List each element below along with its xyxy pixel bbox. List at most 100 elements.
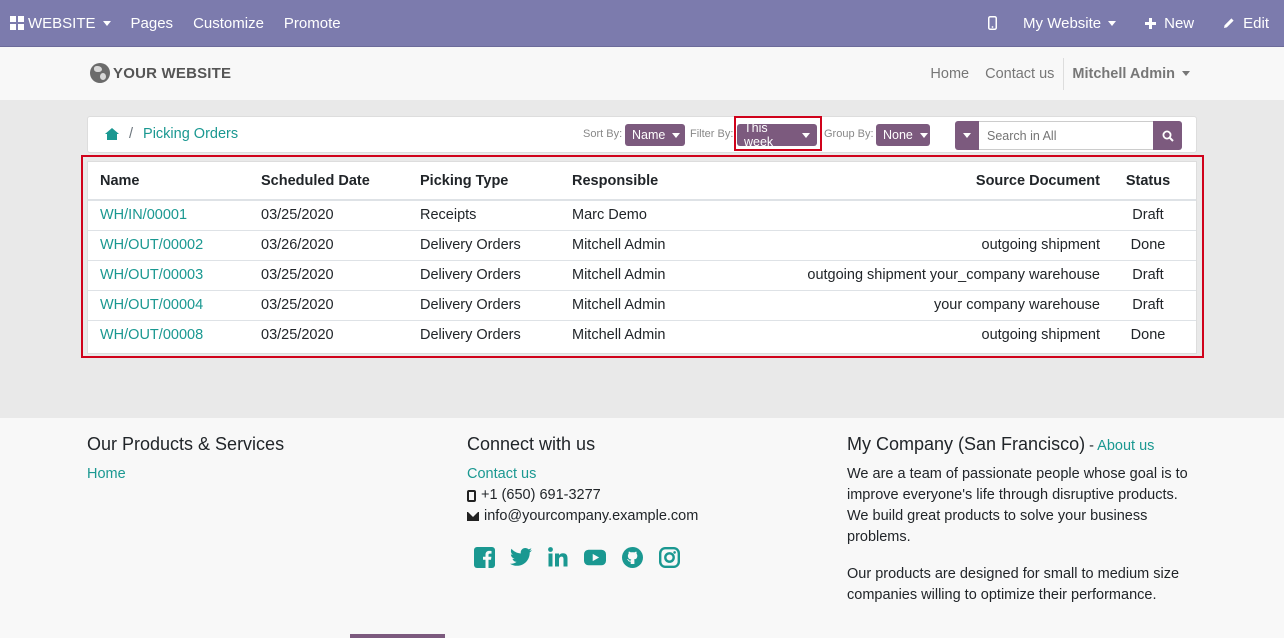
row-status: Done: [1100, 229, 1196, 260]
search-button[interactable]: [1153, 121, 1182, 150]
search-bar: [955, 121, 1182, 150]
mobile-preview-button[interactable]: [988, 0, 998, 46]
picking-orders-table-container: Name Scheduled Date Picking Type Respons…: [87, 161, 1197, 354]
row-responsible: Mitchell Admin: [572, 319, 772, 350]
customize-menu[interactable]: Customize: [193, 0, 264, 46]
row-name-link[interactable]: WH/IN/00001: [88, 200, 261, 230]
table-row[interactable]: WH/IN/00001 03/25/2020 Receipts Marc Dem…: [88, 200, 1196, 230]
row-responsible: Mitchell Admin: [572, 229, 772, 260]
row-status: Draft: [1100, 289, 1196, 320]
search-filter-toggle[interactable]: [955, 121, 979, 150]
promote-menu[interactable]: Promote: [284, 0, 341, 46]
col-header-picking-type[interactable]: Picking Type: [420, 162, 572, 201]
chevron-down-icon: [1182, 71, 1190, 77]
sort-by-label: Sort By:: [583, 128, 623, 140]
instagram-icon[interactable]: [658, 546, 680, 568]
col-header-name[interactable]: Name: [88, 162, 261, 201]
twitter-icon[interactable]: [510, 546, 532, 568]
site-logo[interactable]: YOUR WEBSITE: [90, 63, 231, 83]
youtube-icon[interactable]: [584, 546, 606, 568]
table-row[interactable]: WH/OUT/00003 03/25/2020 Delivery Orders …: [88, 259, 1196, 290]
search-input[interactable]: [979, 121, 1153, 150]
row-responsible: Marc Demo: [572, 207, 647, 224]
col-header-status[interactable]: Status: [1100, 162, 1196, 201]
website-header: YOUR WEBSITE Home Contact us Mitchell Ad…: [0, 46, 1284, 100]
website-menu[interactable]: WEBSITE: [10, 0, 111, 46]
control-panel: / Picking Orders Sort By: Name Filter By…: [87, 116, 1197, 153]
github-icon[interactable]: [621, 546, 643, 568]
table-header-row: Name Scheduled Date Picking Type Respons…: [88, 162, 1196, 201]
row-source-document: outgoing shipment your_company warehouse: [772, 259, 1100, 290]
admin-topbar: WEBSITE Pages Customize Promote My Websi…: [0, 0, 1284, 46]
footer-about-link[interactable]: About us: [1097, 438, 1154, 454]
picking-orders-table: Name Scheduled Date Picking Type Respons…: [88, 162, 1196, 350]
row-scheduled-date: 03/26/2020: [261, 229, 420, 260]
chevron-down-icon: [963, 133, 971, 138]
row-status: Draft: [1100, 259, 1196, 290]
group-by-dropdown[interactable]: None: [876, 124, 930, 146]
chevron-down-icon: [1108, 20, 1117, 26]
globe-icon: [90, 63, 110, 83]
apps-grid-icon: [10, 16, 24, 30]
footer-connect-title: Connect with us: [467, 434, 596, 454]
linkedin-icon[interactable]: [547, 546, 569, 568]
row-picking-type: Delivery Orders: [420, 259, 572, 290]
plus-icon: [1145, 17, 1157, 29]
footer-products-column: Our Products & Services Home: [87, 434, 284, 485]
row-name-link[interactable]: WH/OUT/00003: [88, 259, 261, 290]
site-footer: Our Products & Services Home Connect wit…: [0, 418, 1284, 638]
social-links: [473, 546, 698, 568]
home-icon[interactable]: [105, 128, 119, 140]
nav-contact-us[interactable]: Contact us: [985, 66, 1054, 82]
nav-divider: [1063, 57, 1065, 90]
row-responsible: Mitchell Admin: [572, 259, 772, 290]
footer-phone-text: +1 (650) 691-3277: [481, 487, 601, 503]
row-source-document: [772, 200, 1100, 230]
header-nav: Home Contact us Mitchell Admin: [914, 47, 1190, 100]
row-picking-type: Delivery Orders: [420, 319, 572, 350]
row-picking-type: Delivery Orders: [420, 229, 572, 260]
row-source-document: outgoing shipment: [772, 229, 1100, 260]
user-menu[interactable]: Mitchell Admin: [1072, 66, 1190, 82]
sort-by-dropdown[interactable]: Name: [625, 124, 685, 146]
pencil-icon: [1224, 18, 1234, 28]
footer-phone: +1 (650) 691-3277: [467, 485, 698, 506]
table-row[interactable]: WH/OUT/00008 03/25/2020 Delivery Orders …: [88, 319, 1196, 350]
row-picking-type: Delivery Orders: [420, 289, 572, 320]
row-scheduled-date: 03/25/2020: [261, 207, 334, 224]
edit-button[interactable]: Edit: [1223, 0, 1269, 46]
chevron-down-icon: [102, 20, 111, 26]
col-header-source-document[interactable]: Source Document: [772, 162, 1100, 201]
footer-email-text[interactable]: info@yourcompany.example.com: [484, 506, 698, 527]
group-by-value: None: [883, 128, 913, 142]
row-status: Done: [1100, 319, 1196, 350]
edit-label: Edit: [1243, 14, 1269, 32]
chevron-down-icon: [672, 132, 681, 138]
row-picking-type: Receipts: [420, 207, 477, 224]
my-website-menu[interactable]: My Website: [1023, 0, 1117, 46]
mobile-icon: [988, 16, 998, 30]
col-header-responsible[interactable]: Responsible: [572, 162, 772, 201]
nav-home[interactable]: Home: [930, 66, 969, 82]
sort-by-value: Name: [632, 128, 666, 142]
site-logo-text: YOUR WEBSITE: [113, 64, 232, 82]
search-icon: [1162, 130, 1174, 142]
row-source-document: outgoing shipment: [772, 319, 1100, 350]
new-button[interactable]: New: [1145, 0, 1194, 46]
pages-menu[interactable]: Pages: [131, 0, 174, 46]
user-name: Mitchell Admin: [1072, 65, 1175, 82]
col-header-scheduled-date[interactable]: Scheduled Date: [261, 162, 420, 201]
table-row[interactable]: WH/OUT/00004 03/25/2020 Delivery Orders …: [88, 289, 1196, 320]
footer-contact-link[interactable]: Contact us: [467, 464, 698, 485]
row-name-link[interactable]: WH/OUT/00004: [88, 289, 261, 320]
copyright-bar-edge: [350, 634, 445, 638]
facebook-icon[interactable]: [473, 546, 495, 568]
row-source-document: your company warehouse: [772, 289, 1100, 320]
row-name-link[interactable]: WH/OUT/00008: [88, 319, 261, 350]
row-name-link[interactable]: WH/OUT/00002: [88, 229, 261, 260]
footer-company-description: We are a team of passionate people whose…: [847, 466, 1188, 545]
group-by-label: Group By:: [824, 128, 874, 140]
table-row[interactable]: WH/OUT/00002 03/26/2020 Delivery Orders …: [88, 229, 1196, 260]
footer-home-link[interactable]: Home: [87, 464, 284, 485]
breadcrumb-current[interactable]: Picking Orders: [143, 126, 238, 142]
